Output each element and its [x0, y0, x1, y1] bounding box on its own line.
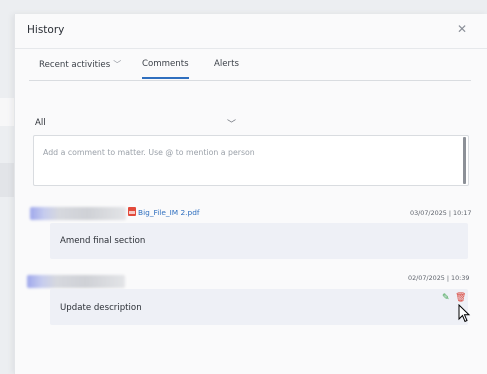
history-panel: History ✕ Recent activities ﹀ Comments Al… [14, 14, 487, 374]
tab-label: Recent activities [39, 60, 111, 70]
comment-timestamp: 03/07/2025 | 10:17 [410, 209, 472, 217]
edit-icon[interactable]: ✎ [442, 293, 450, 303]
avatar [30, 207, 126, 220]
scrollbar[interactable] [463, 137, 466, 184]
panel-header: History ✕ [15, 14, 487, 49]
tab-bar: Recent activities ﹀ Comments Alerts [29, 59, 471, 81]
chevron-down-icon: ﹀ [113, 60, 122, 69]
chevron-down-icon: ﹀ [227, 120, 237, 130]
close-icon[interactable]: ✕ [457, 22, 467, 36]
panel-title: History [27, 24, 65, 36]
mouse-cursor-icon [458, 304, 471, 323]
avatar [27, 275, 125, 288]
comment-placeholder: Add a comment to matter. Use @ to mentio… [43, 148, 255, 157]
tab-alerts[interactable]: Alerts [214, 59, 239, 69]
comment-bubble: Amend final section [50, 223, 468, 259]
comment-bubble: Update description ✎ 🗑 [50, 289, 468, 325]
attachment-link[interactable]: Big_File_IM 2.pdf [128, 207, 200, 217]
tab-recent-activities[interactable]: Recent activities ﹀ [39, 59, 121, 70]
comment-text: Update description [60, 303, 142, 313]
comment-input[interactable]: Add a comment to matter. Use @ to mentio… [33, 135, 469, 186]
attachment-name: Big_File_IM 2.pdf [138, 208, 200, 217]
filter-value: All [35, 118, 46, 128]
comment-text: Amend final section [60, 236, 146, 246]
delete-icon[interactable]: 🗑 [455, 293, 466, 303]
pdf-icon [128, 207, 136, 216]
tab-comments[interactable]: Comments [142, 59, 189, 79]
comment-timestamp: 02/07/2025 | 10:39 [408, 274, 470, 282]
